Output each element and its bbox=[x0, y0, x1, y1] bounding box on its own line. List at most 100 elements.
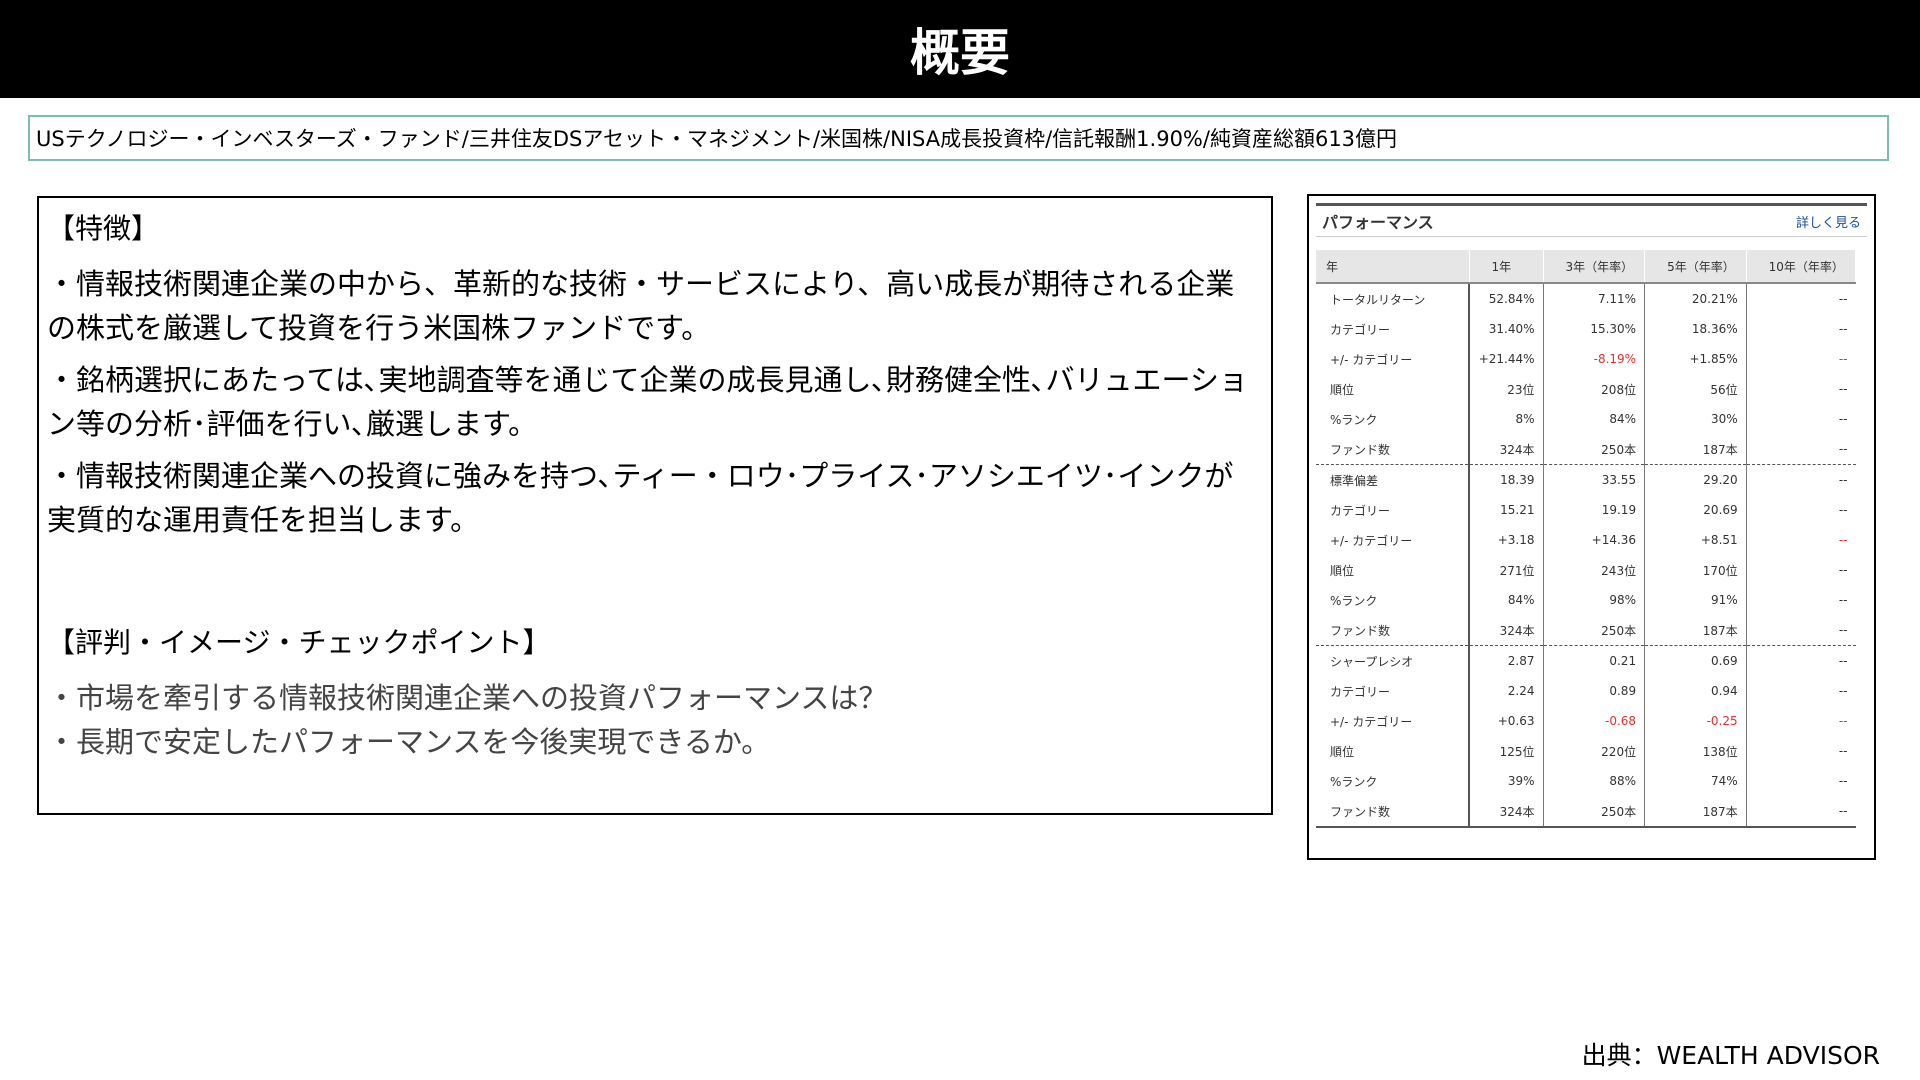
table-cell: -0.25 bbox=[1644, 706, 1747, 736]
table-cell: -- bbox=[1838, 322, 1848, 336]
table-cell: 98% bbox=[1543, 585, 1646, 615]
table-cell: 20.21% bbox=[1644, 283, 1747, 314]
table-cell: -- bbox=[1838, 412, 1848, 426]
table-cell: 56位 bbox=[1644, 374, 1747, 404]
table-cell: 271位 bbox=[1469, 555, 1544, 585]
table-cell: 187本 bbox=[1644, 796, 1747, 828]
feature-point: ・情報技術関連企業への投資に強みを持つ､ティー・ロウ･プライス･アソシエイツ･イ… bbox=[47, 459, 1234, 537]
row-label: +/- カテゴリー bbox=[1316, 706, 1470, 736]
table-cell: 187本 bbox=[1644, 434, 1747, 465]
table-cell: -8.19% bbox=[1543, 344, 1646, 374]
row-label: +/- カテゴリー bbox=[1316, 525, 1470, 555]
table-cell: +3.18 bbox=[1469, 525, 1544, 555]
performance-table: 年 1年 3年（年率） 5年（年率） 10年（年率） トータルリターン 52.84% 7.1… bbox=[1316, 250, 1857, 828]
row-label: %ランク bbox=[1316, 404, 1470, 434]
table-cell: -- bbox=[1838, 684, 1848, 698]
table-cell: 125位 bbox=[1469, 736, 1544, 766]
table-cell: 2.24 bbox=[1469, 676, 1544, 706]
table-cell: -- bbox=[1746, 645, 1856, 676]
table-cell: 15.21 bbox=[1469, 495, 1544, 525]
checkpoint-item: ・市場を牽引する情報技術関連企業への投資パフォーマンスは？ bbox=[47, 681, 888, 715]
table-cell: 220位 bbox=[1543, 736, 1646, 766]
table-cell: 23位 bbox=[1469, 374, 1544, 404]
table-cell: 18.39 bbox=[1469, 464, 1544, 495]
table-row: シャープレシオ 2.87 0.21 0.69 -- bbox=[1316, 645, 1856, 676]
table-row: +/- カテゴリー +3.18 +14.36 +8.51 -- bbox=[1316, 525, 1856, 555]
table-row: +/- カテゴリー +0.63 -0.68 -0.25 -- bbox=[1316, 706, 1856, 736]
table-cell: -- bbox=[1838, 382, 1848, 396]
table-row: 標準偏差 18.39 33.55 29.20 -- bbox=[1316, 464, 1856, 495]
detail-link[interactable]: 詳しく見る bbox=[1796, 212, 1861, 231]
table-cell: -- bbox=[1838, 292, 1848, 306]
row-label: カテゴリー bbox=[1316, 314, 1470, 344]
table-cell: -- bbox=[1838, 593, 1848, 607]
table-row: ファンド数 324本 250本 187本 -- bbox=[1316, 434, 1856, 465]
row-label: カテゴリー bbox=[1316, 495, 1470, 525]
table-cell: 84% bbox=[1543, 404, 1646, 434]
column-header: 10年（年率） bbox=[1746, 250, 1857, 284]
row-label: ファンド数 bbox=[1316, 796, 1470, 828]
row-label: %ランク bbox=[1316, 766, 1470, 796]
table-cell: 0.69 bbox=[1644, 645, 1747, 676]
table-cell: +21.44% bbox=[1469, 344, 1544, 374]
row-label: ファンド数 bbox=[1316, 615, 1470, 646]
table-row: トータルリターン 52.84% 7.11% 20.21% -- bbox=[1316, 283, 1856, 314]
table-cell: 74% bbox=[1644, 766, 1747, 796]
table-cell: -- bbox=[1746, 796, 1856, 828]
table-cell: 88% bbox=[1543, 766, 1646, 796]
table-cell: -0.68 bbox=[1543, 706, 1646, 736]
table-cell: -- bbox=[1838, 623, 1848, 637]
table-cell: 52.84% bbox=[1469, 283, 1544, 314]
table-cell: 31.40% bbox=[1469, 314, 1544, 344]
column-header: 1年 bbox=[1469, 250, 1544, 284]
table-cell: +8.51 bbox=[1644, 525, 1747, 555]
table-cell: 243位 bbox=[1543, 555, 1646, 585]
table-cell: 7.11% bbox=[1543, 283, 1646, 314]
table-cell: 0.21 bbox=[1543, 645, 1646, 676]
table-cell: 250本 bbox=[1543, 796, 1646, 828]
table-row: ファンド数 324本 250本 187本 -- bbox=[1316, 615, 1856, 646]
row-label: +/- カテゴリー bbox=[1316, 344, 1470, 374]
table-cell: 324本 bbox=[1469, 615, 1544, 646]
column-header: 5年（年率） bbox=[1644, 250, 1747, 284]
checkpoint-heading: 【評判・イメージ・チェックポイント】 bbox=[47, 626, 551, 659]
table-cell: 250本 bbox=[1543, 434, 1646, 465]
table-row: %ランク 8% 84% 30% -- bbox=[1316, 404, 1856, 434]
table-cell: +0.63 bbox=[1469, 706, 1544, 736]
feature-point: ・銘柄選択にあたっては､実地調査等を通じて企業の成長見通し､財務健全性､バリュエ… bbox=[47, 363, 1248, 441]
table-cell: 39% bbox=[1469, 766, 1544, 796]
column-header: 3年（年率） bbox=[1543, 250, 1646, 284]
table-cell: -- bbox=[1838, 714, 1848, 728]
source-credit: 出典：WEALTH ADVISOR bbox=[1581, 1041, 1880, 1070]
table-cell: -- bbox=[1838, 503, 1848, 517]
table-cell: 15.30% bbox=[1543, 314, 1646, 344]
table-row: %ランク 84% 98% 91% -- bbox=[1316, 585, 1856, 615]
features-heading: 【特徴】 bbox=[47, 212, 160, 245]
table-cell: -- bbox=[1838, 352, 1848, 366]
table-cell: -- bbox=[1838, 442, 1848, 456]
fund-summary: USテクノロジー・インベスターズ・ファンド/三井住友DSアセット・マネジメント/… bbox=[28, 115, 1889, 161]
row-label: 順位 bbox=[1316, 736, 1470, 766]
table-cell: -- bbox=[1838, 533, 1848, 547]
table-cell: -- bbox=[1838, 744, 1848, 758]
table-cell: 187本 bbox=[1644, 615, 1747, 646]
table-cell: 0.89 bbox=[1543, 676, 1646, 706]
performance-title: パフォーマンス bbox=[1322, 213, 1434, 232]
table-cell: 0.94 bbox=[1644, 676, 1747, 706]
table-row: カテゴリー 2.24 0.89 0.94 -- bbox=[1316, 676, 1856, 706]
table-cell: 2.87 bbox=[1469, 645, 1544, 676]
table-cell: -- bbox=[1838, 563, 1848, 577]
table-cell: 33.55 bbox=[1543, 464, 1646, 495]
table-cell: 84% bbox=[1469, 585, 1544, 615]
table-row: カテゴリー 15.21 19.19 20.69 -- bbox=[1316, 495, 1856, 525]
table-row: +/- カテゴリー +21.44% -8.19% +1.85% -- bbox=[1316, 344, 1856, 374]
performance-panel: パフォーマンス 詳しく見る 年 1年 3年（年率） 5年（年率） 10年（年率） トータ… bbox=[1307, 194, 1876, 860]
row-label: カテゴリー bbox=[1316, 676, 1470, 706]
table-row: ファンド数 324本 250本 187本 -- bbox=[1316, 796, 1856, 828]
table-cell: +14.36 bbox=[1543, 525, 1646, 555]
table-cell: 30% bbox=[1644, 404, 1747, 434]
table-cell: 18.36% bbox=[1644, 314, 1747, 344]
row-label: シャープレシオ bbox=[1316, 645, 1470, 676]
table-cell: 19.19 bbox=[1543, 495, 1646, 525]
table-row: %ランク 39% 88% 74% -- bbox=[1316, 766, 1856, 796]
